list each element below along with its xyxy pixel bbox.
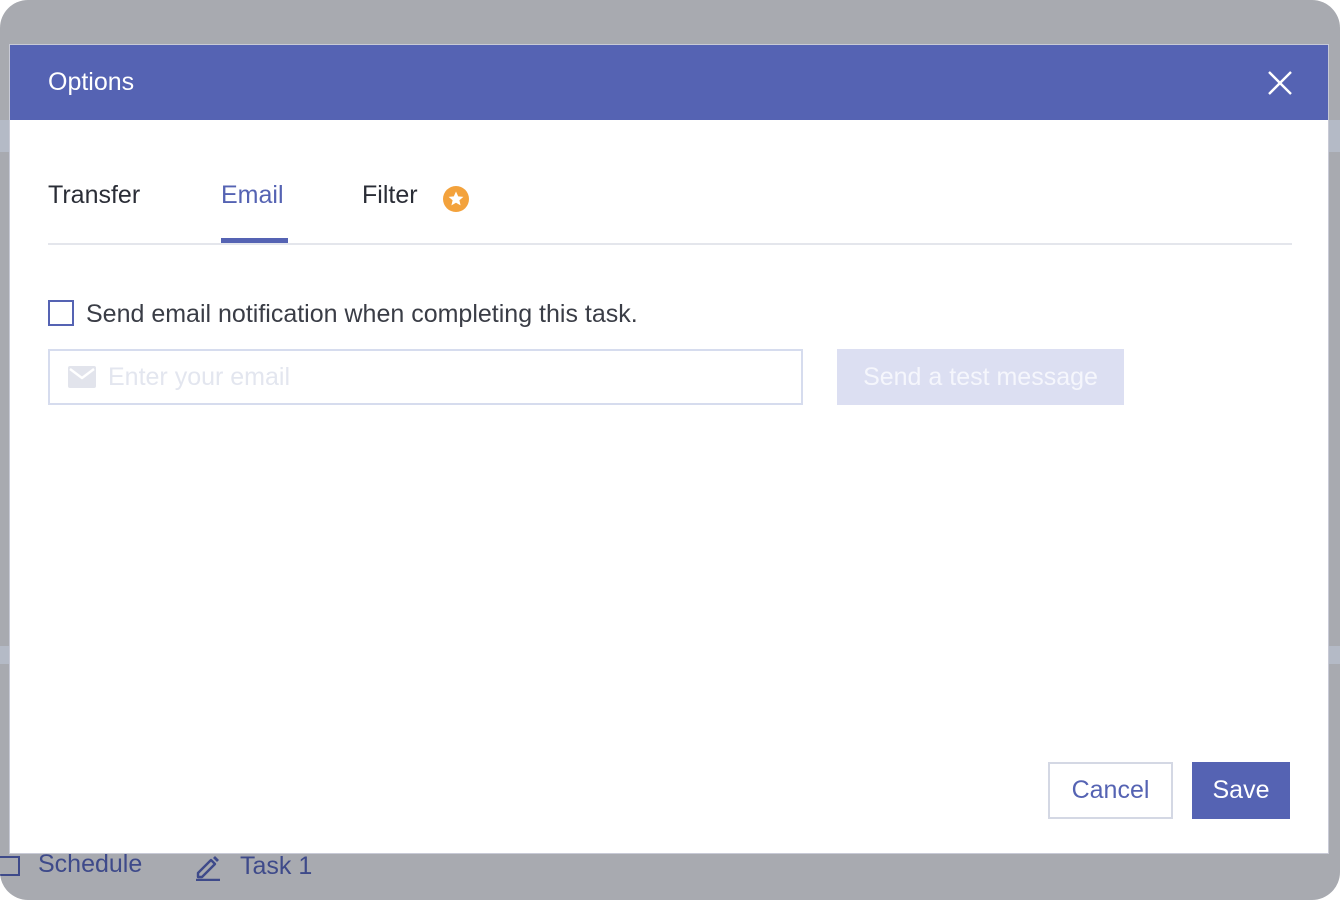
send-test-message-button[interactable]: Send a test message bbox=[837, 349, 1124, 405]
mail-icon bbox=[68, 366, 96, 388]
tab-email[interactable]: Email bbox=[221, 179, 284, 211]
active-tab-indicator bbox=[221, 238, 288, 243]
dialog-title: Options bbox=[48, 68, 135, 96]
background-panel-edge bbox=[0, 120, 10, 152]
email-notification-checkbox[interactable] bbox=[48, 300, 74, 326]
dialog-header: Options bbox=[10, 45, 1328, 120]
options-tabs: Transfer Email Filter bbox=[48, 165, 1292, 245]
close-icon[interactable] bbox=[1262, 65, 1298, 101]
star-badge-icon bbox=[442, 185, 470, 213]
options-dialog: Options Transfer Email Filter Send email… bbox=[10, 45, 1328, 853]
tab-transfer[interactable]: Transfer bbox=[48, 179, 140, 211]
email-input[interactable] bbox=[108, 357, 788, 397]
background-panel-edge bbox=[0, 646, 10, 664]
app-window-overlay: Schedule Task 1 Options Transfer Email F… bbox=[0, 0, 1340, 900]
background-panel-edge bbox=[1328, 646, 1340, 664]
schedule-checkbox-background bbox=[0, 856, 20, 876]
email-input-container[interactable] bbox=[48, 349, 803, 405]
task-name-label: Task 1 bbox=[240, 852, 313, 880]
background-panel-edge bbox=[1328, 120, 1340, 152]
email-notification-label[interactable]: Send email notification when completing … bbox=[86, 298, 638, 330]
cancel-button[interactable]: Cancel bbox=[1048, 762, 1173, 819]
tab-filter[interactable]: Filter bbox=[362, 179, 418, 211]
save-button[interactable]: Save bbox=[1192, 762, 1290, 819]
pencil-icon bbox=[194, 853, 222, 882]
schedule-label: Schedule bbox=[38, 850, 143, 878]
